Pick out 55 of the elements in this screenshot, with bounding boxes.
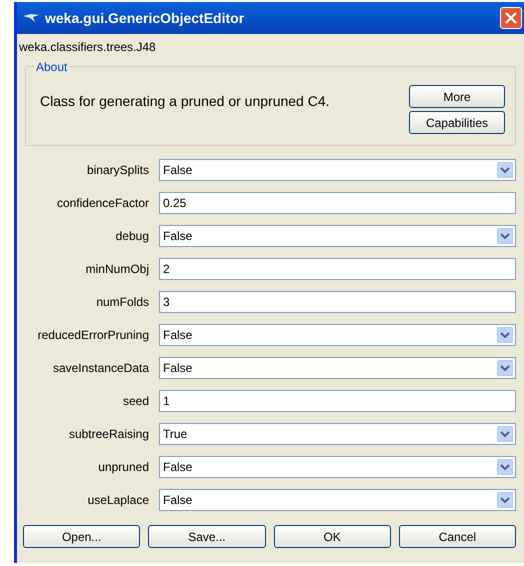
chevron-down-icon (500, 496, 510, 504)
chevron-down-icon (500, 331, 510, 339)
dropdown-value: False (163, 228, 194, 245)
about-button[interactable]: More (409, 85, 505, 108)
chevron-down-icon (500, 430, 510, 438)
window-title: weka.gui.GenericObjectEditor (45, 8, 246, 28)
dropdown-value: False (163, 162, 194, 179)
dropdown-arrow-button[interactable] (497, 228, 513, 244)
dialog-button[interactable]: Open... (23, 525, 140, 548)
bird-icon (23, 13, 39, 23)
chevron-down-icon (500, 232, 510, 240)
property-label: unpruned (97, 459, 149, 476)
dropdown-value: False (163, 492, 194, 509)
dropdown-arrow-button[interactable] (497, 162, 513, 178)
dropdown-arrow-button[interactable] (497, 492, 513, 508)
about-description: Class for generating a pruned or unpruned C4. (40, 92, 331, 111)
property-label: saveInstanceData (52, 360, 149, 377)
property-label: binarySplits (86, 162, 149, 179)
close-icon (505, 12, 517, 24)
dropdown-value: False (163, 459, 194, 476)
property-label: confidenceFactor (56, 195, 149, 212)
dropdown-arrow-button[interactable] (497, 327, 513, 343)
dropdown[interactable]: False (159, 489, 516, 511)
dialog-button[interactable]: Save... (148, 525, 266, 548)
property-label: seed (122, 393, 149, 410)
dropdown[interactable]: False (159, 324, 516, 346)
property-label: debug (114, 228, 149, 245)
dropdown[interactable]: False (159, 357, 516, 379)
dropdown-value: True (163, 426, 188, 443)
text-field[interactable]: 2 (159, 258, 516, 280)
dropdown-arrow-button[interactable] (497, 426, 513, 442)
dropdown[interactable]: False (159, 159, 516, 181)
dropdown-value: False (163, 360, 194, 377)
property-label: minNumObj (84, 261, 149, 278)
property-label: numFolds (95, 294, 149, 311)
dropdown-value: False (163, 327, 194, 344)
dropdown-arrow-button[interactable] (497, 459, 513, 475)
property-label: reducedErrorPruning (36, 327, 149, 344)
class-name: weka.classifiers.trees.J48 (19, 39, 157, 56)
text-field[interactable]: 0.25 (159, 192, 516, 214)
chevron-down-icon (500, 166, 510, 174)
property-label: useLaplace (86, 492, 149, 509)
dropdown[interactable]: False (159, 456, 516, 478)
about-button[interactable]: Capabilities (409, 111, 505, 134)
text-field[interactable]: 1 (159, 390, 516, 412)
chevron-down-icon (500, 463, 510, 471)
text-field[interactable]: 3 (159, 291, 516, 313)
property-label: subtreeRaising (68, 426, 149, 443)
chevron-down-icon (500, 364, 510, 372)
close-button[interactable] (500, 7, 522, 29)
dropdown[interactable]: True (159, 423, 516, 445)
dropdown-arrow-button[interactable] (497, 360, 513, 376)
dropdown[interactable]: False (159, 225, 516, 247)
dialog-button[interactable]: Cancel (398, 525, 516, 548)
dialog-button[interactable]: OK (274, 525, 391, 548)
